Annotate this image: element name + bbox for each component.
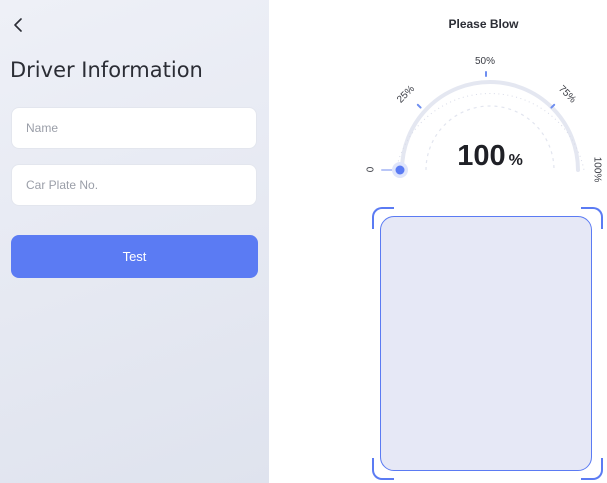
tick-mark-25	[416, 103, 422, 109]
gauge-value: 100	[457, 140, 506, 172]
name-input[interactable]	[11, 107, 257, 149]
page-title: Driver Information	[10, 58, 203, 82]
gauge-knob	[395, 165, 405, 175]
driver-form-panel: Driver Information Test	[0, 0, 269, 483]
test-button[interactable]: Test	[11, 235, 258, 278]
gauge-unit: %	[508, 152, 523, 169]
car-plate-input[interactable]	[11, 164, 257, 206]
chevron-left-icon	[14, 18, 22, 32]
tick-label-0: 0	[365, 166, 377, 173]
blow-display-frame	[380, 216, 592, 471]
blow-test-panel: Please Blow 0 25% 50% 75% 100% 100%	[360, 0, 607, 483]
back-button[interactable]	[8, 14, 28, 36]
tick-label-50: 50%	[475, 56, 496, 67]
gauge-reading: 100%	[450, 140, 530, 173]
tick-label-100: 100%	[591, 156, 603, 183]
